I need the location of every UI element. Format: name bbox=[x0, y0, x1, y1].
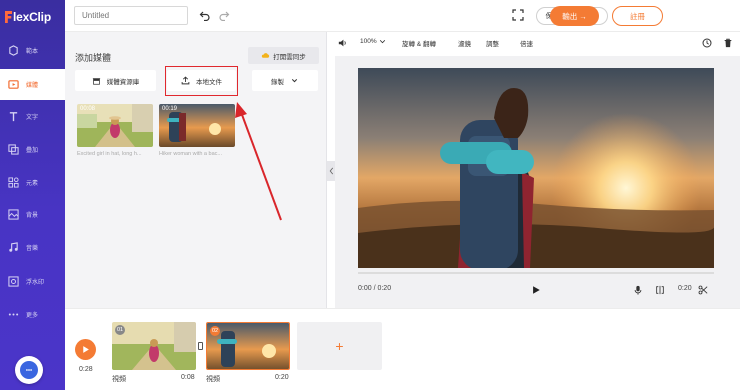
clip-label: 視頻 bbox=[206, 376, 220, 383]
play-button[interactable] bbox=[531, 285, 541, 295]
video-progress-bar[interactable] bbox=[358, 272, 714, 274]
rotate-flip-button[interactable]: 旋轉 & 翻轉 bbox=[402, 38, 436, 48]
add-clip-button[interactable]: + bbox=[297, 322, 382, 370]
video-preview[interactable] bbox=[358, 68, 714, 268]
flexclip-editor: lexClip 範本 媒體 文字 疊加 元素 背景 音樂 浮水印 更多 Unti… bbox=[0, 0, 740, 390]
collapse-panel-button[interactable] bbox=[327, 161, 335, 181]
transition-icon[interactable] bbox=[198, 342, 203, 350]
timeline-play-button[interactable] bbox=[75, 339, 96, 360]
text-icon bbox=[7, 111, 19, 123]
adjust-button[interactable]: 調整 bbox=[486, 38, 499, 48]
scissors-icon[interactable] bbox=[698, 285, 708, 295]
app-logo[interactable]: lexClip bbox=[5, 9, 51, 25]
sidebar-item-text[interactable]: 文字 bbox=[0, 101, 65, 132]
media-panel: 添加媒體 打開雲同步 媒體資源庫 本地文件 錄製 00:08 Excited g… bbox=[65, 32, 327, 308]
sidebar-item-templates[interactable]: 範本 bbox=[0, 35, 65, 66]
fullscreen-icon[interactable] bbox=[511, 8, 525, 22]
sidebar-item-media[interactable]: 媒體 bbox=[0, 69, 65, 100]
edit-toolbar: 100% 旋轉 & 翻轉 濾鏡 調整 倍速 bbox=[335, 32, 740, 56]
undo-icon[interactable] bbox=[198, 8, 212, 22]
clip-duration: 0:08 bbox=[181, 374, 195, 381]
timeline-time: 0:28 bbox=[79, 366, 93, 373]
clock-icon[interactable] bbox=[702, 38, 712, 48]
sidebar-item-watermark[interactable]: 浮水印 bbox=[0, 266, 65, 297]
clip-duration: 0:20 bbox=[275, 374, 289, 381]
volume-icon[interactable] bbox=[338, 38, 348, 48]
background-icon bbox=[7, 209, 19, 221]
zoom-dropdown[interactable]: 100% bbox=[360, 38, 386, 45]
player-time: 0:00 / 0:20 bbox=[358, 285, 392, 292]
media-icon bbox=[7, 79, 19, 91]
trash-icon[interactable] bbox=[723, 38, 733, 48]
project-title-input[interactable] bbox=[74, 6, 188, 25]
sidebar-item-elements[interactable]: 元素 bbox=[0, 167, 65, 198]
chat-support-button[interactable] bbox=[15, 356, 43, 384]
split-icon[interactable] bbox=[655, 285, 665, 295]
play-icon bbox=[83, 346, 89, 353]
hiker-sunset-video-frame bbox=[358, 68, 714, 268]
clip-label: 視頻 bbox=[112, 376, 126, 383]
overlay-icon bbox=[7, 144, 19, 156]
logo-f-icon bbox=[5, 11, 12, 23]
filter-button[interactable]: 濾鏡 bbox=[458, 38, 471, 48]
register-button[interactable]: 註冊 bbox=[612, 6, 663, 26]
left-sidebar: lexClip 範本 媒體 文字 疊加 元素 背景 音樂 浮水印 更多 bbox=[0, 0, 65, 390]
timeline-clip-selected[interactable]: 02 bbox=[206, 322, 290, 370]
annotation-arrow bbox=[235, 102, 282, 221]
play-icon bbox=[533, 286, 540, 294]
clip-index-badge: 02 bbox=[210, 326, 220, 336]
sidebar-item-overlay[interactable]: 疊加 bbox=[0, 134, 65, 165]
sidebar-item-music[interactable]: 音樂 bbox=[0, 232, 65, 263]
export-button[interactable]: 輸出 → bbox=[550, 6, 599, 26]
timeline-clip[interactable]: 01 bbox=[112, 322, 196, 370]
timeline: 0:28 01 視頻 0:08 02 視頻 0:20 + bbox=[65, 308, 740, 390]
clip-index-badge: 01 bbox=[115, 325, 125, 335]
elements-icon bbox=[7, 177, 19, 189]
chevron-down-icon bbox=[379, 40, 385, 44]
redo-icon[interactable] bbox=[217, 8, 231, 22]
watermark-icon bbox=[7, 276, 19, 288]
more-icon bbox=[7, 309, 19, 321]
speed-button[interactable]: 倍速 bbox=[520, 38, 533, 48]
sidebar-item-background[interactable]: 背景 bbox=[0, 199, 65, 230]
chevron-left-icon bbox=[329, 167, 333, 175]
player-end-time: 0:20 bbox=[678, 285, 692, 292]
template-icon bbox=[7, 45, 19, 57]
chat-icon bbox=[20, 361, 38, 379]
music-icon bbox=[7, 242, 19, 254]
sidebar-item-more[interactable]: 更多 bbox=[0, 299, 65, 330]
microphone-icon[interactable] bbox=[633, 285, 643, 295]
